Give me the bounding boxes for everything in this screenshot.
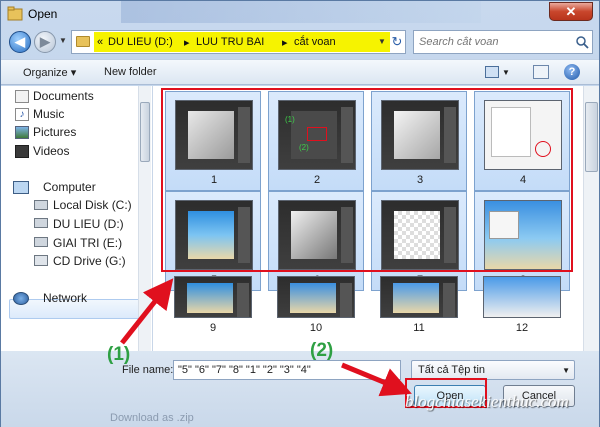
chevron-down-icon: ▼	[562, 366, 570, 375]
forward-button[interactable]: ▶	[34, 31, 56, 53]
breadcrumb-separator: ▸	[282, 37, 288, 49]
computer-icon	[13, 181, 29, 194]
address-folder-icon	[76, 36, 90, 47]
site-watermark: blogchiasekienthuc.com	[405, 392, 569, 411]
breadcrumb-separator: ▸	[184, 37, 190, 49]
drive-d-icon	[34, 218, 48, 228]
search-input[interactable]	[419, 35, 569, 49]
thumbnail-10	[277, 276, 355, 318]
refresh-icon[interactable]: ↻	[389, 32, 405, 52]
sidebar-item-music[interactable]: Music	[33, 107, 64, 121]
annotation-label-2: (2)	[310, 340, 334, 361]
search-box[interactable]	[413, 30, 593, 54]
selection-annotation-box	[161, 88, 573, 272]
file-list-scrollbar[interactable]	[583, 86, 599, 351]
address-bar[interactable]: « DU LIEU (D:) ▸ LUU TRU BAI ▸ cắt voan	[71, 30, 406, 54]
file-label: 11	[413, 322, 425, 334]
back-arrow-icon: ◀	[15, 34, 25, 49]
close-button[interactable]: ✕	[549, 2, 593, 21]
command-toolbar: Organize ▾ New folder ▼ ?	[1, 59, 599, 85]
sidebar-item-computer[interactable]: Computer	[43, 180, 96, 194]
file-type-value: Tất cả Tệp tin	[418, 364, 486, 376]
sidebar-item-cd-drive[interactable]: CD Drive (G:)	[53, 254, 126, 268]
preview-pane-icon[interactable]	[533, 65, 549, 79]
help-icon[interactable]: ?	[564, 64, 580, 80]
file-list-scroll-thumb[interactable]	[585, 102, 598, 172]
thumbnail-12	[483, 276, 561, 318]
breadcrumb-drive[interactable]: DU LIEU (D:)	[108, 36, 173, 48]
file-type-select[interactable]: Tất cả Tệp tin ▼	[411, 360, 575, 380]
file-label: 10	[309, 322, 323, 334]
sidebar-item-du-lieu[interactable]: DU LIEU (D:)	[53, 217, 124, 231]
sidebar-item-videos[interactable]: Videos	[33, 144, 69, 158]
thumbnail-9	[174, 276, 252, 318]
address-dropdown[interactable]: ▼	[376, 31, 388, 53]
new-folder-button[interactable]: New folder	[104, 66, 157, 78]
recent-pages-dropdown[interactable]: ▼	[59, 36, 67, 45]
organize-button[interactable]: Organize ▾	[23, 66, 76, 79]
sidebar-scrollbar[interactable]	[138, 86, 151, 351]
breadcrumb-overflow[interactable]: «	[97, 36, 103, 48]
sidebar-scroll-thumb[interactable]	[140, 102, 150, 162]
local-disk-icon	[34, 200, 48, 210]
music-icon: ♪	[15, 108, 29, 121]
forward-arrow-icon: ▶	[40, 34, 50, 49]
file-label: 12	[515, 322, 529, 334]
title-bar-background	[121, 1, 481, 23]
videos-icon	[15, 145, 29, 158]
sidebar-item-giai-tri[interactable]: GIAI TRI (E:)	[53, 236, 122, 250]
cd-drive-icon	[34, 255, 48, 266]
file-list: 1 (1) (2) 2 3 4 9 10 11 12	[153, 86, 599, 351]
breadcrumb-folder[interactable]: LUU TRU BAI	[196, 36, 264, 48]
window-title: Open	[28, 7, 58, 21]
breadcrumb-subfolder[interactable]: cắt voan	[294, 36, 336, 48]
sidebar-item-documents[interactable]: Documents	[33, 89, 94, 103]
pictures-icon	[15, 126, 29, 139]
filename-input[interactable]: "5" "6" "7" "8" "1" "2" "3" "4"	[173, 360, 401, 380]
filename-value: "5" "6" "7" "8" "1" "2" "3" "4"	[178, 364, 311, 376]
annotation-label-1: (1)	[107, 344, 131, 365]
network-icon	[13, 292, 29, 305]
file-label: 9	[209, 322, 217, 334]
view-dropdown-icon[interactable]: ▼	[502, 68, 510, 77]
sidebar-item-pictures[interactable]: Pictures	[33, 125, 76, 139]
documents-icon	[15, 90, 29, 103]
sidebar-item-local-disk[interactable]: Local Disk (C:)	[53, 198, 132, 212]
change-view-icon[interactable]	[485, 66, 499, 78]
dialog-footer: File name: "5" "6" "7" "8" "1" "2" "3" "…	[1, 351, 599, 427]
title-bar: Open ✕	[1, 1, 599, 27]
open-dialog: Open ✕ ◀ ▶ ▼ « DU LIEU (D:) ▸ LUU TRU BA…	[0, 0, 600, 427]
search-icon[interactable]	[575, 35, 589, 49]
navigation-pane: Documents ♪ Music Pictures Videos Comput…	[1, 86, 153, 351]
background-page-text: Download as .zip	[110, 412, 194, 424]
drive-e-icon	[34, 237, 48, 247]
close-icon: ✕	[565, 4, 577, 19]
folder-icon	[7, 6, 23, 21]
thumbnail-11	[380, 276, 458, 318]
back-button[interactable]: ◀	[9, 31, 31, 53]
sidebar-item-network[interactable]: Network	[43, 291, 87, 305]
